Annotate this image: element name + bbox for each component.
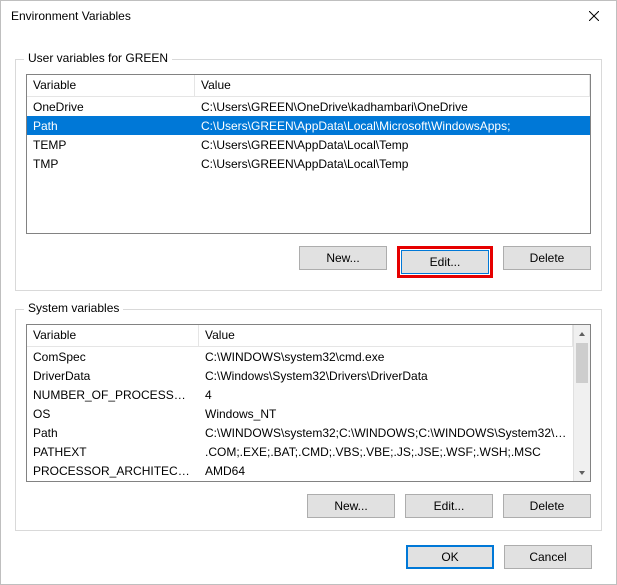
row-variable: TEMP bbox=[27, 136, 195, 154]
system-list-row[interactable]: NUMBER_OF_PROCESSORS4 bbox=[27, 385, 573, 404]
system-col-value[interactable]: Value bbox=[199, 325, 573, 346]
row-value: C:\Users\GREEN\AppData\Local\Temp bbox=[195, 155, 590, 173]
dialog-client: User variables for GREEN Variable Value … bbox=[1, 31, 616, 583]
cancel-button[interactable]: Cancel bbox=[504, 545, 592, 569]
titlebar: Environment Variables bbox=[1, 1, 616, 31]
system-list-row[interactable]: PathC:\WINDOWS\system32;C:\WINDOWS;C:\WI… bbox=[27, 423, 573, 442]
row-value: Windows_NT bbox=[199, 405, 573, 423]
system-new-button[interactable]: New... bbox=[307, 494, 395, 518]
system-variables-legend: System variables bbox=[24, 301, 123, 315]
row-variable: Path bbox=[27, 424, 199, 442]
system-list-row[interactable]: PATHEXT.COM;.EXE;.BAT;.CMD;.VBS;.VBE;.JS… bbox=[27, 442, 573, 461]
row-variable: ComSpec bbox=[27, 348, 199, 366]
close-button[interactable] bbox=[572, 1, 616, 31]
row-variable: OneDrive bbox=[27, 98, 195, 116]
edit-highlight: Edit... bbox=[397, 246, 493, 278]
chevron-up-icon bbox=[578, 330, 586, 338]
row-variable: DriverData bbox=[27, 367, 199, 385]
user-list-row[interactable]: PathC:\Users\GREEN\AppData\Local\Microso… bbox=[27, 116, 590, 135]
row-value: C:\Users\GREEN\OneDrive\kadhambari\OneDr… bbox=[195, 98, 590, 116]
user-new-button[interactable]: New... bbox=[299, 246, 387, 270]
user-variables-legend: User variables for GREEN bbox=[24, 51, 172, 65]
scroll-down-button[interactable] bbox=[574, 464, 590, 481]
close-icon bbox=[589, 11, 599, 21]
user-buttons: New... Edit... Delete bbox=[26, 246, 591, 278]
row-variable: PROCESSOR_ARCHITECTURE bbox=[27, 462, 199, 480]
system-list-row[interactable]: PROCESSOR_ARCHITECTUREAMD64 bbox=[27, 461, 573, 480]
scroll-thumb[interactable] bbox=[576, 343, 588, 383]
row-variable: TMP bbox=[27, 155, 195, 173]
row-value: .COM;.EXE;.BAT;.CMD;.VBS;.VBE;.JS;.JSE;.… bbox=[199, 443, 573, 461]
system-list-row[interactable]: ComSpecC:\WINDOWS\system32\cmd.exe bbox=[27, 347, 573, 366]
system-list-body: ComSpecC:\WINDOWS\system32\cmd.exeDriver… bbox=[27, 347, 573, 480]
user-variables-group: User variables for GREEN Variable Value … bbox=[15, 59, 602, 291]
system-edit-button[interactable]: Edit... bbox=[405, 494, 493, 518]
row-variable: NUMBER_OF_PROCESSORS bbox=[27, 386, 199, 404]
user-variables-list[interactable]: Variable Value OneDriveC:\Users\GREEN\On… bbox=[26, 74, 591, 234]
row-value: C:\Windows\System32\Drivers\DriverData bbox=[199, 367, 573, 385]
user-col-variable[interactable]: Variable bbox=[27, 75, 195, 96]
user-list-row[interactable]: TEMPC:\Users\GREEN\AppData\Local\Temp bbox=[27, 135, 590, 154]
ok-button[interactable]: OK bbox=[406, 545, 494, 569]
system-variables-group: System variables Variable Value ComSpecC… bbox=[15, 309, 602, 531]
chevron-down-icon bbox=[578, 469, 586, 477]
row-variable: Path bbox=[27, 117, 195, 135]
row-value: AMD64 bbox=[199, 462, 573, 480]
system-col-variable[interactable]: Variable bbox=[27, 325, 199, 346]
system-list-header: Variable Value bbox=[27, 325, 573, 347]
row-value: 4 bbox=[199, 386, 573, 404]
user-list-body: OneDriveC:\Users\GREEN\OneDrive\kadhamba… bbox=[27, 97, 590, 173]
user-list-row[interactable]: OneDriveC:\Users\GREEN\OneDrive\kadhamba… bbox=[27, 97, 590, 116]
system-delete-button[interactable]: Delete bbox=[503, 494, 591, 518]
system-list-row[interactable]: DriverDataC:\Windows\System32\Drivers\Dr… bbox=[27, 366, 573, 385]
row-value: C:\Users\GREEN\AppData\Local\Microsoft\W… bbox=[195, 117, 590, 135]
row-value: C:\WINDOWS\system32\cmd.exe bbox=[199, 348, 573, 366]
system-variables-list[interactable]: Variable Value ComSpecC:\WINDOWS\system3… bbox=[26, 324, 591, 482]
scroll-up-button[interactable] bbox=[574, 325, 590, 342]
row-value: C:\Users\GREEN\AppData\Local\Temp bbox=[195, 136, 590, 154]
system-list-row[interactable]: OSWindows_NT bbox=[27, 404, 573, 423]
system-buttons: New... Edit... Delete bbox=[26, 494, 591, 518]
user-list-row[interactable]: TMPC:\Users\GREEN\AppData\Local\Temp bbox=[27, 154, 590, 173]
system-scrollbar[interactable] bbox=[573, 325, 590, 481]
row-variable: OS bbox=[27, 405, 199, 423]
user-delete-button[interactable]: Delete bbox=[503, 246, 591, 270]
user-col-value[interactable]: Value bbox=[195, 75, 590, 96]
user-edit-button[interactable]: Edit... bbox=[401, 250, 489, 274]
row-variable: PATHEXT bbox=[27, 443, 199, 461]
row-value: C:\WINDOWS\system32;C:\WINDOWS;C:\WINDOW… bbox=[199, 424, 573, 442]
dialog-footer: OK Cancel bbox=[15, 545, 602, 569]
dialog-title: Environment Variables bbox=[11, 9, 131, 23]
user-list-header: Variable Value bbox=[27, 75, 590, 97]
